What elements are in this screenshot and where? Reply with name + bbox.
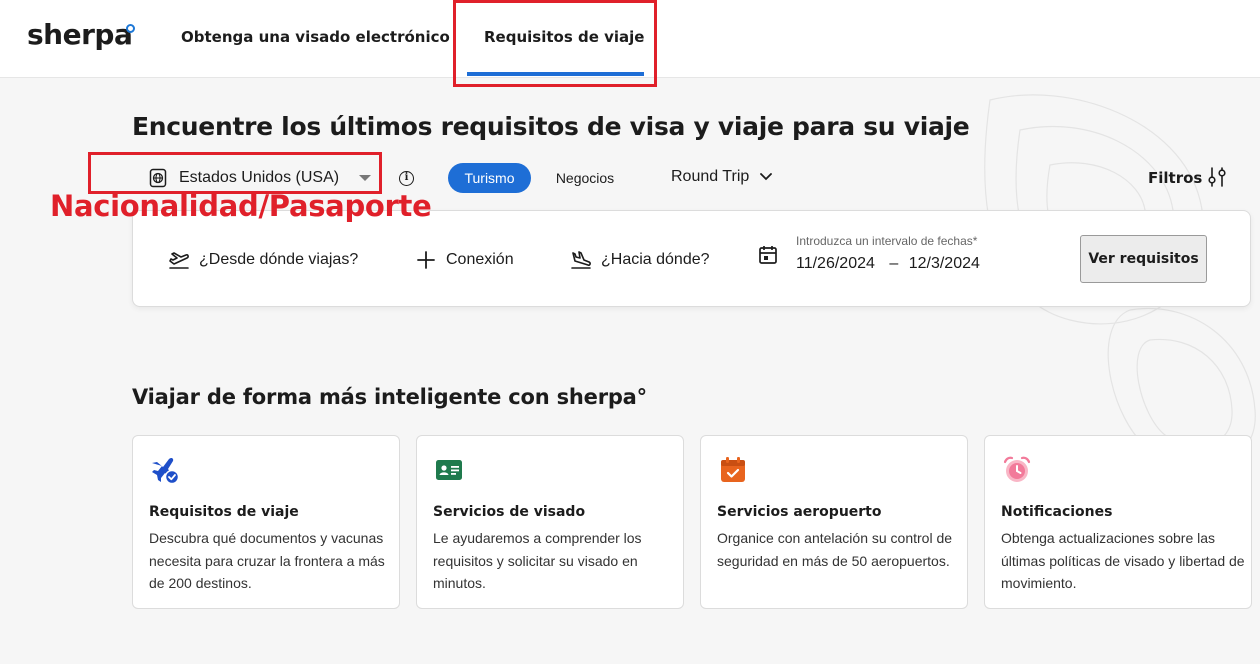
page-title: Encuentre los últimos requisitos de visa… — [132, 112, 970, 141]
sherpa-logo[interactable]: sherpa — [27, 18, 133, 51]
feature-description: Descubra qué documentos y vacunas necesi… — [149, 530, 385, 591]
destination-field[interactable]: ¿Hacia dónde? — [569, 249, 710, 271]
nationality-passport-select[interactable]: Estados Unidos (USA) — [148, 164, 378, 192]
plus-icon — [417, 251, 435, 269]
active-nav-indicator — [467, 72, 644, 76]
feature-description: Le ayudaremos a comprender los requisito… — [433, 530, 642, 591]
top-navigation-bar: sherpa Obtenga una visado electrónico Re… — [0, 0, 1260, 78]
feature-title: Servicios de visado — [433, 504, 586, 520]
chevron-down-icon[interactable] — [759, 172, 773, 182]
see-requirements-button[interactable]: Ver requisitos — [1080, 235, 1207, 283]
feature-card-visa-services[interactable]: Servicios de visado Le ayudaremos a comp… — [416, 435, 684, 609]
tab-business[interactable]: Negocios — [545, 163, 625, 193]
feature-card-notifications[interactable]: Notificaciones Obtenga actualizaciones s… — [984, 435, 1252, 609]
alarm-clock-icon — [1003, 456, 1031, 482]
origin-placeholder: ¿Desde dónde viajas? — [199, 251, 359, 268]
plane-landing-icon — [571, 251, 591, 269]
id-card-icon — [436, 460, 462, 480]
date-end: 12/3/2024 — [908, 255, 980, 272]
feature-title: Servicios aeropuerto — [717, 504, 882, 520]
feature-description: Obtenga actualizaciones sobre las última… — [1001, 530, 1245, 591]
plane-takeoff-icon — [169, 252, 189, 269]
date-range-input[interactable]: 11/26/2024 – 12/3/2024 — [796, 255, 980, 273]
date-separator: – — [889, 255, 899, 272]
nav-evisa-link[interactable]: Obtenga una visado electrónico — [181, 28, 450, 46]
nationality-annotation-label: Nacionalidad/Pasaporte — [50, 189, 432, 223]
logo-degree-icon — [126, 24, 135, 33]
info-icon[interactable]: i — [399, 171, 414, 186]
sliders-icon[interactable] — [1206, 165, 1228, 189]
plane-check-icon — [152, 457, 180, 485]
feature-title: Notificaciones — [1001, 504, 1113, 520]
trip-type-select[interactable]: Round Trip — [671, 168, 749, 186]
feature-card-travel-requirements[interactable]: Requisitos de viaje Descubra qué documen… — [132, 435, 400, 609]
date-range-label: Introduzca un intervalo de fechas* — [796, 234, 978, 248]
feature-description: Organice con antelación su control de se… — [717, 530, 953, 569]
features-section-title: Viajar de forma más inteligente con sher… — [132, 385, 647, 409]
filters-button[interactable]: Filtros — [1148, 169, 1202, 187]
caret-down-icon — [359, 175, 371, 181]
origin-field[interactable]: ¿Desde dónde viajas? — [167, 249, 358, 271]
passport-globe-icon — [149, 168, 167, 188]
date-start: 11/26/2024 — [796, 255, 875, 272]
feature-card-airport-services[interactable]: Servicios aeropuerto Organice con antela… — [700, 435, 968, 609]
nationality-value: Estados Unidos (USA) — [179, 169, 340, 186]
trip-search-form: ¿Desde dónde viajas? Conexión ¿Hacia dón… — [132, 210, 1251, 307]
add-connection-button[interactable]: Conexión — [414, 249, 514, 271]
destination-placeholder: ¿Hacia dónde? — [601, 251, 710, 268]
calendar-check-icon — [721, 457, 745, 482]
nav-travel-requirements-link[interactable]: Requisitos de viaje — [484, 28, 644, 46]
connection-label: Conexión — [446, 251, 514, 268]
calendar-icon[interactable] — [757, 244, 779, 266]
tab-tourism[interactable]: Turismo — [448, 163, 531, 193]
feature-title: Requisitos de viaje — [149, 504, 299, 520]
